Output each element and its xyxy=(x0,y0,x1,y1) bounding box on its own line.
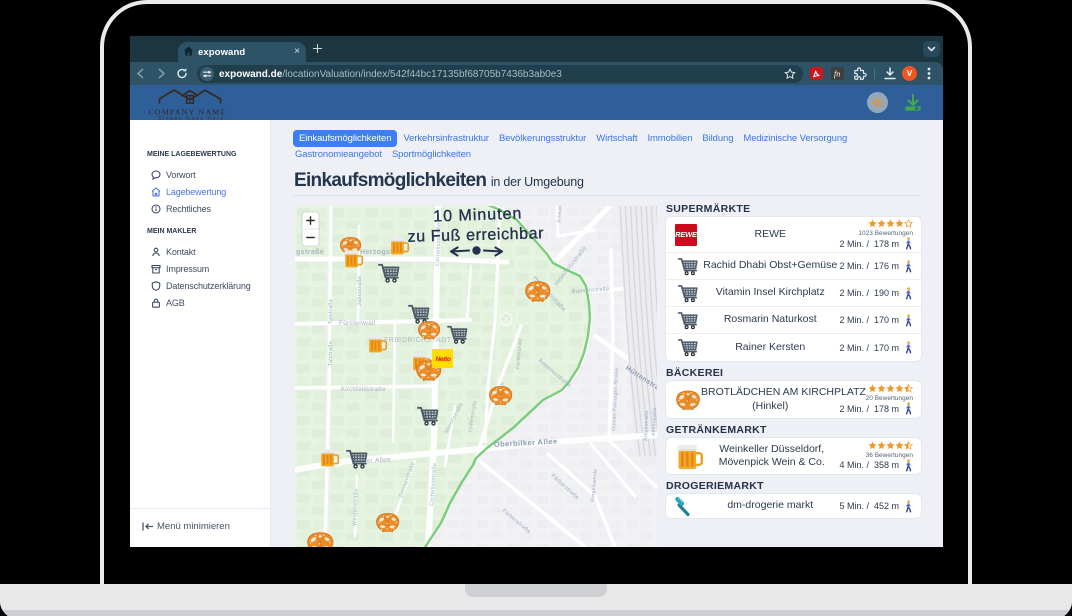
svg-text:Ammstraße: Ammstraße xyxy=(651,407,657,436)
svg-text:Talstraße: Talstraße xyxy=(328,299,334,324)
svg-text:Fürstenwall: Fürstenwall xyxy=(339,320,376,327)
svg-text:Talstraße: Talstraße xyxy=(328,341,334,366)
svg-text:Herzogstr: Herzogstr xyxy=(360,249,396,256)
svg-text:zu Fuß erreichbar: zu Fuß erreichbar xyxy=(407,225,544,246)
svg-text:Arminstraße: Arminstraße xyxy=(643,410,650,441)
svg-text:FRIEDRICHSTADT: FRIEDRICHSTADT xyxy=(384,337,452,344)
svg-text:Jahnstraße: Jahnstraße xyxy=(357,275,363,306)
svg-text:fn: fn xyxy=(834,70,840,79)
svg-text:Netto: Netto xyxy=(436,356,451,363)
svg-text:Kirchfeldstraße: Kirchfeldstraße xyxy=(341,387,386,393)
svg-text:gstraße: gstraße xyxy=(296,249,324,256)
svg-text:10 Minuten: 10 Minuten xyxy=(433,206,523,226)
